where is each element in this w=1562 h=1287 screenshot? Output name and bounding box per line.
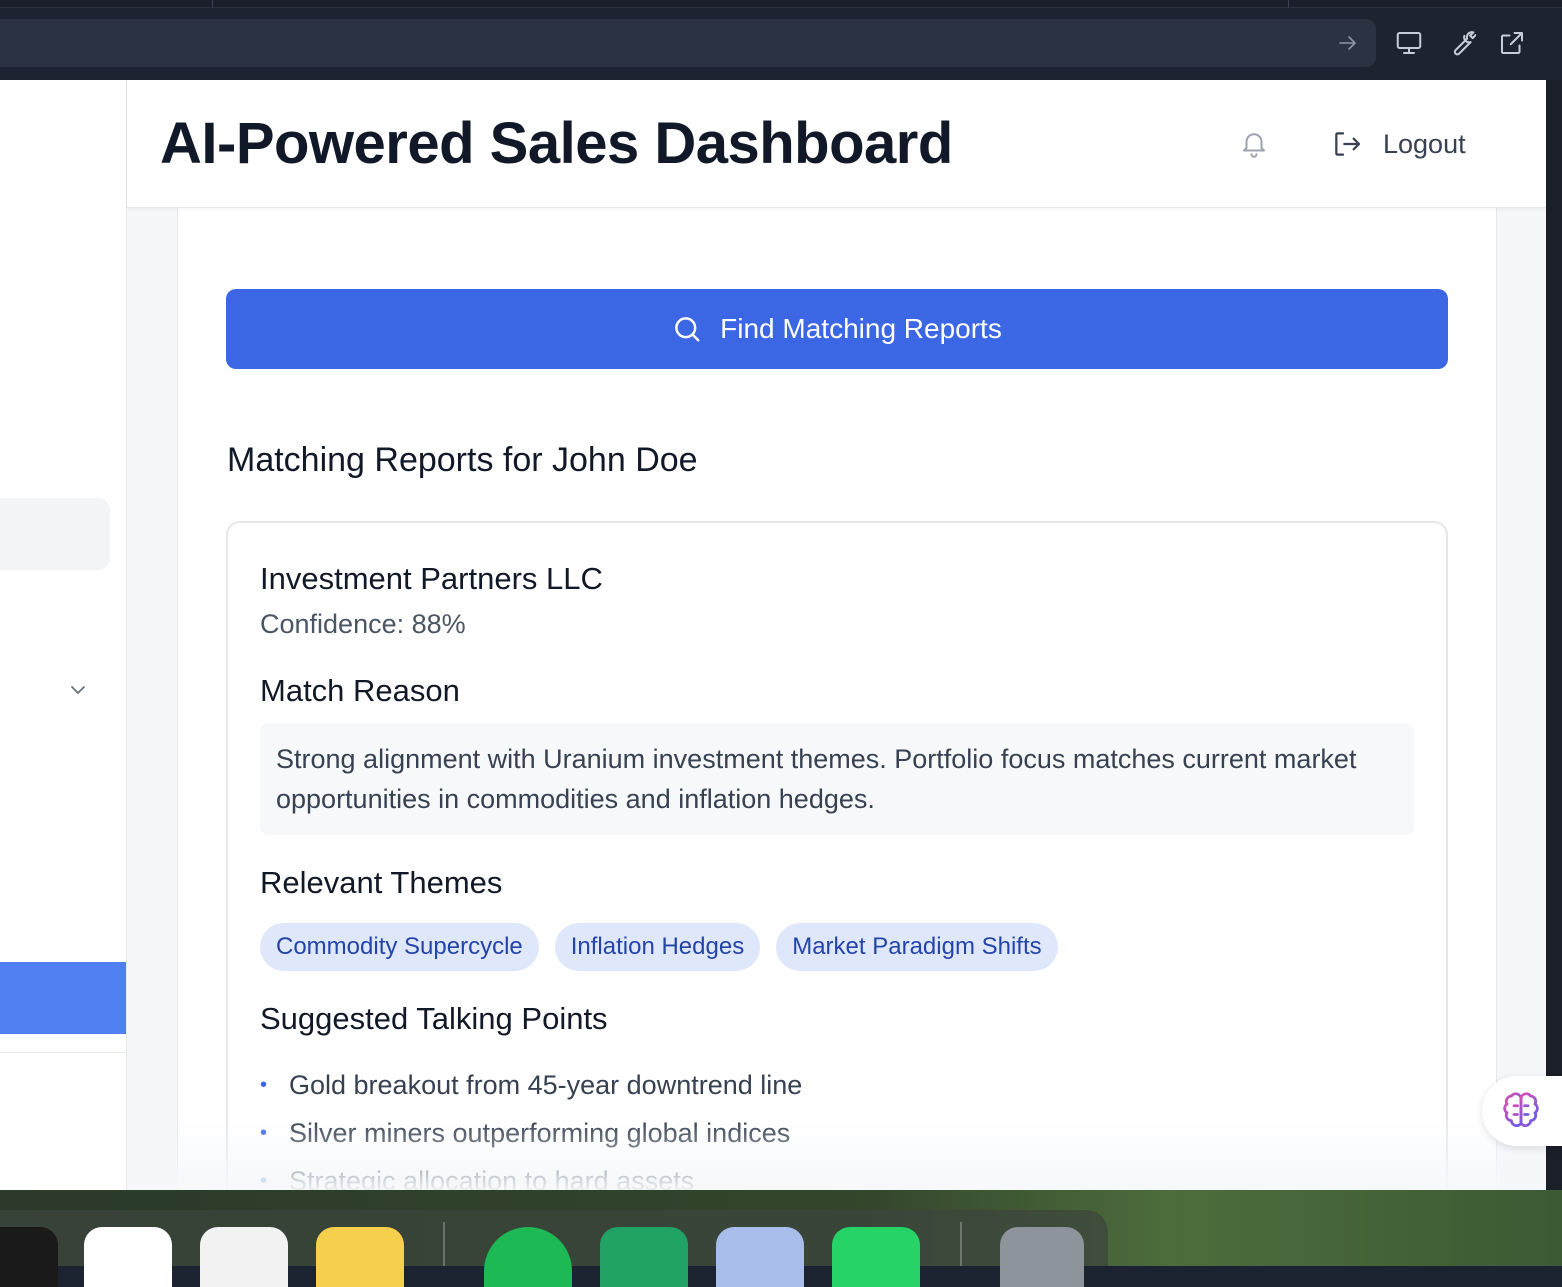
theme-chip[interactable]: Commodity Supercycle [260, 923, 539, 971]
trash-icon[interactable] [1000, 1227, 1084, 1287]
sidebar-item[interactable] [0, 498, 110, 570]
talking-point: Silver miners outperforming global indic… [289, 1117, 791, 1148]
logout-button[interactable]: Logout [1331, 120, 1501, 168]
match-reason-text: Strong alignment with Uranium investment… [260, 723, 1414, 835]
talking-point: Strategic allocation to hard assets [289, 1165, 695, 1191]
list-item: • Strategic allocation to hard assets [260, 1157, 802, 1191]
arrow-right-icon[interactable] [1336, 31, 1360, 55]
chevron-down-icon[interactable] [66, 678, 90, 702]
main-content: Find Matching Reports Matching Reports f… [127, 208, 1546, 1190]
find-button-label: Find Matching Reports [720, 313, 1002, 344]
browser-tab-strip [0, 0, 1562, 8]
talking-points-heading: Suggested Talking Points [260, 1001, 608, 1036]
dock-separator [960, 1222, 962, 1266]
sidebar-item-active[interactable] [0, 962, 126, 1034]
excel-icon[interactable] [600, 1227, 688, 1287]
dock [0, 1210, 1108, 1287]
tab-separator [1288, 0, 1289, 8]
results-section-title: Matching Reports for John Doe [227, 441, 698, 479]
page-title: AI-Powered Sales Dashboard [160, 111, 953, 176]
talking-points-list: • Gold breakout from 45-year downtrend li… [260, 1061, 802, 1191]
list-item: • Silver miners outperforming global indi… [260, 1109, 802, 1157]
theme-chips: Commodity Supercycle Inflation Hedges Ma… [260, 923, 1058, 971]
talking-point: Gold breakout from 45-year downtrend lin… [289, 1069, 803, 1100]
find-matching-reports-button[interactable]: Find Matching Reports [226, 289, 1448, 369]
theme-chip[interactable]: Market Paradigm Shifts [776, 923, 1058, 971]
sidebar [0, 80, 127, 1190]
theme-chip[interactable]: Inflation Hedges [554, 923, 761, 971]
content-panel: Find Matching Reports Matching Reports f… [177, 208, 1497, 1190]
bullet-icon: • [260, 1073, 268, 1096]
bell-icon[interactable] [1239, 127, 1269, 159]
notes-icon[interactable] [316, 1227, 404, 1287]
logout-label: Logout [1383, 128, 1466, 159]
confidence-score: Confidence: 88% [260, 609, 466, 639]
dock-app-icon[interactable] [0, 1227, 58, 1287]
themes-heading: Relevant Themes [260, 865, 503, 900]
address-bar[interactable] [0, 19, 1376, 67]
openai-icon[interactable] [200, 1227, 288, 1287]
ai-assistant-button[interactable] [1482, 1076, 1562, 1146]
desktop-background [0, 1190, 1562, 1287]
tab-separator [212, 0, 213, 8]
sidebar-divider [0, 1052, 126, 1053]
preview-icon[interactable] [716, 1227, 804, 1287]
spotify-icon[interactable] [484, 1227, 572, 1287]
wrench-icon[interactable] [1446, 28, 1476, 58]
page-header: AI-Powered Sales Dashboard Logout [127, 80, 1546, 208]
company-name: Investment Partners LLC [260, 561, 603, 596]
whatsapp-icon[interactable] [832, 1227, 920, 1287]
monitor-icon[interactable] [1394, 28, 1424, 58]
dock-app-icon[interactable] [84, 1227, 172, 1287]
bullet-icon: • [260, 1169, 268, 1191]
bullet-icon: • [260, 1121, 268, 1144]
logout-icon [1335, 132, 1361, 156]
list-item: • Gold breakout from 45-year downtrend li… [260, 1061, 802, 1109]
brain-icon [1503, 1092, 1539, 1127]
search-icon [675, 317, 700, 342]
dock-separator [443, 1222, 445, 1266]
external-link-icon[interactable] [1497, 28, 1527, 58]
browser-toolbar [0, 8, 1562, 80]
report-card: Investment Partners LLC Confidence: 88% … [226, 521, 1448, 1190]
app-window: AI-Powered Sales Dashboard Logout Find M… [0, 80, 1546, 1190]
window-edge [1546, 80, 1562, 1206]
match-reason-heading: Match Reason [260, 673, 460, 708]
